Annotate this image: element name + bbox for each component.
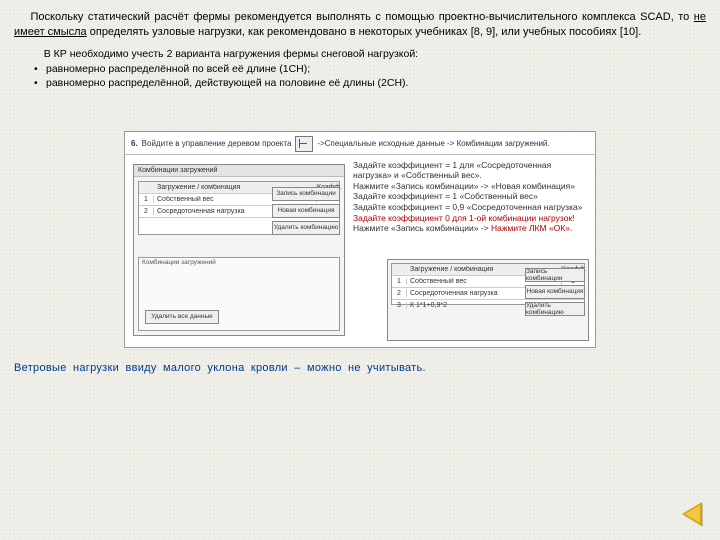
snow-bullet-1: равномерно распределённой по всей её дли… [34, 63, 706, 77]
write-combination-button[interactable]: Запись комбинации [272, 187, 340, 201]
grid-cell: 2 [392, 290, 407, 297]
figure-caption-row: 6. Войдите в управление деревом проекта … [125, 132, 595, 155]
new-combination-button[interactable]: Новая комбинация [525, 285, 585, 299]
instr-line-3: Задайте коэффициент = 1 «Собственный вес… [353, 191, 589, 202]
delete-combination-button[interactable]: Удалить комбинацию [525, 302, 585, 316]
subpanel-title: Комбинации загружений [139, 258, 339, 267]
wind-load-note: Ветровые нагрузки ввиду малого уклона кр… [14, 362, 706, 374]
combinations-dialog-small: Загружение / комбинация Коэфф. 1 Собстве… [387, 259, 589, 341]
instr-line-2: Нажмите «Запись комбинации» -> «Новая ко… [353, 181, 589, 192]
instr-line-6: Нажмите «Запись комбинации» -> Нажмите Л… [353, 223, 589, 234]
intro-pre: Поскольку статический расчёт фермы реком… [31, 11, 694, 23]
instr-line-6a: Нажмите «Запись комбинации» -> [353, 223, 491, 233]
instr-line-1: Задайте коэффициент = 1 для «Сосредоточе… [353, 160, 589, 181]
instruction-text: Задайте коэффициент = 1 для «Сосредоточе… [353, 160, 589, 234]
grid-cell: 2 [139, 208, 154, 215]
scad-figure: 6. Войдите в управление деревом проекта … [124, 131, 596, 348]
clear-all-button[interactable]: Удалить все данные [145, 310, 219, 324]
prev-slide-icon[interactable] [682, 502, 702, 526]
combinations-subpanel: Комбинации загружений Удалить все данные [138, 257, 340, 331]
dialog-title: Комбинации загружений [134, 165, 344, 177]
write-combination-button[interactable]: Запись комбинации [525, 268, 585, 282]
step-tail: ->Специальные исходные данные -> Комбина… [317, 139, 549, 148]
instr-line-5-warning: Задайте коэффициент 0 для 1-ой комбинаци… [353, 213, 589, 224]
snow-lead: В КР необходимо учесть 2 варианта нагруж… [28, 48, 706, 62]
grid-cell: 1 [392, 278, 407, 285]
project-tree-icon [295, 136, 313, 152]
intro-paragraph: Поскольку статический расчёт фермы реком… [14, 10, 706, 40]
grid-cell: 1 [139, 196, 154, 203]
instr-line-6b: Нажмите ЛКМ «ОК». [491, 223, 572, 233]
delete-combination-button[interactable]: Удалить комбинацию [272, 221, 340, 235]
intro-post: определять узловые нагрузки, как рекомен… [87, 26, 642, 38]
instr-line-4: Задайте коэффициент = 0,9 «Сосредоточенн… [353, 202, 589, 213]
combinations-dialog: Комбинации загружений Загружение / комби… [133, 164, 345, 336]
new-combination-button[interactable]: Новая комбинация [272, 204, 340, 218]
snow-bullet-2: равномерно распределённой, действующей н… [34, 77, 706, 91]
step-text: Войдите в управление деревом проекта [142, 139, 292, 148]
snow-load-block: В КР необходимо учесть 2 варианта нагруж… [28, 48, 706, 91]
grid-cell: 3 [392, 302, 407, 309]
step-number: 6. [131, 139, 138, 148]
